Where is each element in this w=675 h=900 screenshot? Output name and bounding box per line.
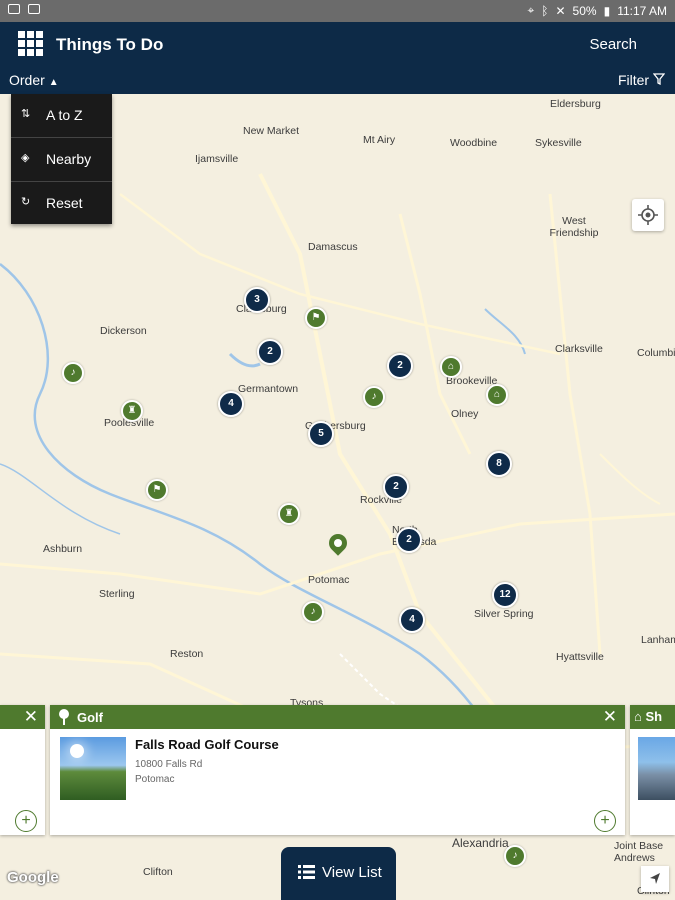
app-bar: Things To Do Search Order ▲ Filter bbox=[0, 22, 675, 94]
card-category: Sh bbox=[645, 709, 663, 724]
card-address: 10800 Falls Rd bbox=[135, 759, 203, 770]
card-category: Golf bbox=[77, 710, 103, 725]
place-label: Sykesville bbox=[535, 137, 582, 149]
filter-label: Filter bbox=[617, 72, 650, 88]
page-title: Things To Do bbox=[56, 35, 164, 54]
place-label: New Market bbox=[243, 125, 300, 137]
navigation-button[interactable] bbox=[641, 866, 669, 892]
place-label: Woodbine bbox=[450, 137, 498, 149]
filter-button[interactable]: Filter bbox=[617, 72, 666, 88]
golf-poi-icon[interactable]: ⚑ bbox=[146, 479, 168, 501]
place-label: Joint Base Andrews bbox=[614, 840, 664, 864]
place-label: Mt Airy bbox=[363, 134, 396, 146]
place-label: Germantown bbox=[238, 383, 299, 395]
order-menu-label: Reset bbox=[46, 195, 83, 211]
place-label: Sterling bbox=[99, 588, 135, 600]
refresh-icon: ↻ bbox=[21, 196, 31, 208]
place-label: Silver Spring bbox=[474, 608, 534, 620]
my-location-button[interactable] bbox=[632, 199, 664, 231]
caret-up-icon: ▲ bbox=[48, 77, 59, 88]
map-cluster[interactable]: 8 bbox=[486, 451, 512, 477]
battery-level: 50% bbox=[572, 3, 597, 18]
place-label: Eldersburg bbox=[550, 98, 601, 110]
shopping-poi-icon[interactable]: ⌂ bbox=[440, 356, 462, 378]
map-cluster[interactable]: 2 bbox=[387, 353, 413, 379]
golf-poi-icon[interactable]: ⚑ bbox=[305, 307, 327, 329]
music-poi-icon[interactable]: ♪ bbox=[62, 362, 84, 384]
place-label: Alexandria bbox=[452, 836, 509, 850]
map-cluster[interactable]: 2 bbox=[383, 474, 409, 500]
filter-icon bbox=[652, 73, 666, 86]
mail-notification-icon bbox=[28, 4, 40, 14]
next-card[interactable]: ⌂ Sh bbox=[630, 705, 675, 835]
place-label: Hyattsville bbox=[556, 651, 604, 663]
add-button[interactable]: + bbox=[594, 810, 616, 832]
status-bar: ⌖ ᛒ ✕ 50% ▮ 11:17 AM bbox=[0, 0, 675, 22]
golf-pin-icon bbox=[59, 709, 69, 725]
place-label: Ijamsville bbox=[195, 153, 239, 165]
map-cluster[interactable]: 2 bbox=[396, 527, 422, 553]
place-label: Dickerson bbox=[100, 325, 147, 337]
view-list-button[interactable]: View List bbox=[281, 847, 396, 900]
battery-icon: ▮ bbox=[603, 3, 611, 18]
winery-poi-icon[interactable]: ♜ bbox=[278, 503, 300, 525]
card-header: Golf ✕ bbox=[50, 705, 625, 729]
map-cluster[interactable]: 2 bbox=[257, 339, 283, 365]
place-label: Olney bbox=[451, 408, 479, 420]
map-cluster[interactable]: 5 bbox=[308, 421, 334, 447]
card-thumbnail[interactable] bbox=[638, 737, 675, 800]
music-poi-icon[interactable]: ♪ bbox=[504, 845, 526, 867]
location-icon: ⌖ bbox=[527, 3, 535, 17]
image-notification-icon bbox=[8, 4, 20, 14]
place-label: Reston bbox=[170, 648, 204, 660]
add-button[interactable]: + bbox=[15, 810, 37, 832]
list-icon bbox=[298, 865, 315, 879]
order-menu-item-reset[interactable]: ↻ Reset bbox=[11, 182, 112, 225]
place-label: West Friendship bbox=[549, 215, 599, 239]
apps-grid-icon[interactable] bbox=[18, 31, 43, 56]
card-title[interactable]: Falls Road Golf Course bbox=[135, 737, 279, 752]
order-label: Order bbox=[9, 72, 45, 88]
previous-card[interactable]: ✕ + bbox=[0, 705, 45, 835]
close-icon[interactable]: ✕ bbox=[603, 707, 617, 727]
place-label: Damascus bbox=[308, 241, 358, 253]
order-menu: ⇅ A to Z ◈ Nearby ↻ Reset bbox=[11, 94, 112, 224]
order-menu-label: A to Z bbox=[46, 107, 83, 123]
card-thumbnail[interactable] bbox=[60, 737, 126, 800]
shopping-poi-icon[interactable]: ⌂ bbox=[486, 384, 508, 406]
place-card[interactable]: Golf ✕ Falls Road Golf Course 10800 Fall… bbox=[50, 705, 625, 835]
close-icon[interactable]: ✕ bbox=[24, 707, 38, 726]
place-label: Potomac bbox=[308, 574, 350, 586]
map-cluster[interactable]: 4 bbox=[399, 607, 425, 633]
place-label: Clifton bbox=[143, 866, 173, 878]
mute-icon: ✕ bbox=[555, 3, 566, 18]
order-menu-item-a-to-z[interactable]: ⇅ A to Z bbox=[11, 94, 112, 138]
search-button[interactable]: Search bbox=[589, 36, 637, 53]
map-cluster[interactable]: 3 bbox=[244, 287, 270, 313]
bluetooth-icon: ᛒ bbox=[541, 3, 549, 18]
clock: 11:17 AM bbox=[617, 3, 667, 18]
order-button[interactable]: Order ▲ bbox=[9, 72, 59, 88]
place-label: Lanham bbox=[641, 634, 675, 646]
music-poi-icon[interactable]: ♪ bbox=[363, 386, 385, 408]
crosshair-icon bbox=[638, 205, 658, 225]
map-cluster[interactable]: 4 bbox=[218, 391, 244, 417]
card-city: Potomac bbox=[135, 774, 175, 785]
winery-poi-icon[interactable]: ♜ bbox=[121, 400, 143, 422]
music-poi-icon[interactable]: ♪ bbox=[302, 601, 324, 623]
place-label: Columbia bbox=[637, 347, 675, 359]
view-list-label: View List bbox=[322, 864, 382, 881]
map-cluster[interactable]: 12 bbox=[492, 582, 518, 608]
location-dot-icon: ◈ bbox=[21, 152, 30, 164]
sort-icon: ⇅ bbox=[21, 108, 31, 120]
google-logo: Google bbox=[7, 869, 59, 886]
place-label: Clarksville bbox=[555, 343, 603, 355]
navigation-arrow-icon bbox=[650, 873, 660, 884]
shopping-bag-icon: ⌂ bbox=[634, 709, 642, 724]
order-menu-item-nearby[interactable]: ◈ Nearby bbox=[11, 138, 112, 182]
place-label: Ashburn bbox=[43, 543, 83, 555]
order-menu-label: Nearby bbox=[46, 151, 92, 167]
